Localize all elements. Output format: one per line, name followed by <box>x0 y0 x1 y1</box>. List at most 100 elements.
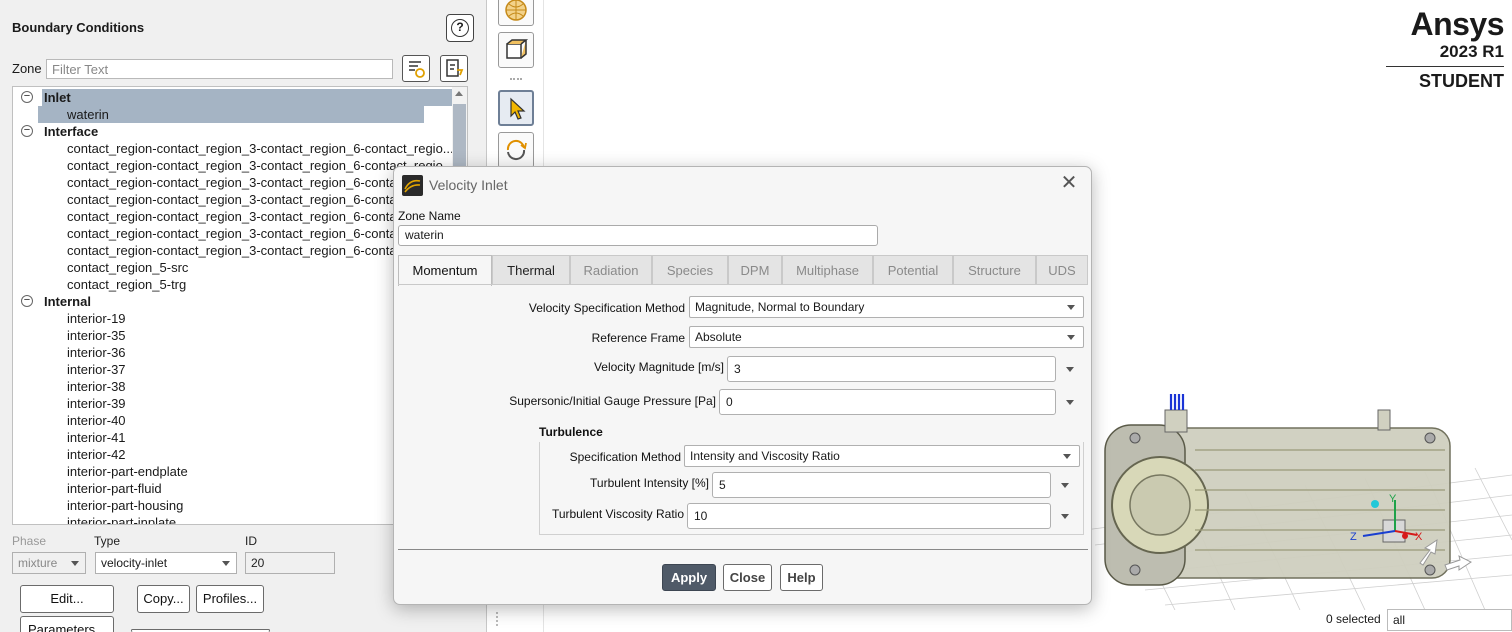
tree-group[interactable]: − Internal <box>13 293 453 310</box>
filter-options-button[interactable] <box>402 55 430 82</box>
velocity-magnitude-input[interactable]: 3 <box>727 356 1056 382</box>
tree-item[interactable]: interior-part-endplate <box>13 463 453 480</box>
close-icon[interactable]: ✕ <box>1059 173 1079 193</box>
tree-item[interactable]: contact_region-contact_region_3-contact_… <box>13 191 453 208</box>
tab-structure[interactable]: Structure <box>953 255 1036 285</box>
parameters-button[interactable]: Parameters... <box>20 616 114 632</box>
tree-item-label: contact_region_5-trg <box>67 277 187 292</box>
tree-item[interactable]: interior-36 <box>13 344 453 361</box>
tab-dpm[interactable]: DPM <box>728 255 782 285</box>
tree-item[interactable]: interior-37 <box>13 361 453 378</box>
velocity-inlet-dialog: Velocity Inlet ✕ Zone Name waterin Momen… <box>393 166 1092 605</box>
selection-filter-field[interactable]: all <box>1387 609 1512 631</box>
rotate-tool-button[interactable] <box>498 132 534 168</box>
brand-name: Ansys <box>1410 6 1504 42</box>
tree-group[interactable]: − Interface <box>13 123 453 140</box>
select-tool-button[interactable] <box>498 90 534 126</box>
zone-filter-input[interactable] <box>46 59 393 79</box>
tree-item[interactable]: contact_region_5-src <box>13 259 453 276</box>
tab-momentum[interactable]: Momentum <box>398 255 492 286</box>
tree-item[interactable]: contact_region-contact_region_3-contact_… <box>13 174 453 191</box>
question-icon: ? <box>451 19 469 37</box>
brand-version: 2023 R1 <box>1439 42 1504 61</box>
tab-multiphase[interactable]: Multiphase <box>782 255 873 285</box>
tab-radiation[interactable]: Radiation <box>570 255 652 285</box>
id-value: 20 <box>251 556 265 570</box>
tab-species[interactable]: Species <box>652 255 728 285</box>
help-dialog-button[interactable]: Help <box>780 564 823 591</box>
zone-name-input[interactable]: waterin <box>398 225 878 246</box>
views-button[interactable] <box>498 32 534 68</box>
turbulence-spec-dropdown[interactable]: Intensity and Viscosity Ratio <box>684 445 1080 467</box>
tree-item-label: interior-19 <box>67 311 126 326</box>
tree-item-label: interior-part-endplate <box>67 464 188 479</box>
turbulent-viscosity-label: Turbulent Viscosity Ratio <box>551 507 684 521</box>
tree-item[interactable]: contact_region-contact_region_3-contact_… <box>13 208 453 225</box>
reference-frame-label: Reference Frame <box>591 331 685 345</box>
fluent-app-icon <box>402 175 423 196</box>
tree-item[interactable]: interior-19 <box>13 310 453 327</box>
z-axis-label: Z <box>1350 531 1357 543</box>
phase-dropdown[interactable]: mixture <box>12 552 86 574</box>
apply-button[interactable]: Apply <box>662 564 716 591</box>
tree-item[interactable]: interior-part-fluid <box>13 480 453 497</box>
collapse-icon[interactable]: − <box>21 125 33 137</box>
list-filter-icon <box>409 61 425 78</box>
turbulent-intensity-options-icon[interactable] <box>1061 483 1069 488</box>
phase-label: Phase <box>12 534 47 548</box>
gauge-pressure-options-icon[interactable] <box>1066 400 1074 405</box>
zone-name-label: Zone Name <box>398 209 461 223</box>
tree-item-label: interior-38 <box>67 379 126 394</box>
tree-item[interactable]: interior-38 <box>13 378 453 395</box>
tree-item[interactable]: contact_region_5-trg <box>13 276 453 293</box>
turbulent-intensity-input[interactable]: 5 <box>712 472 1051 498</box>
velocity-magnitude-options-icon[interactable] <box>1066 367 1074 372</box>
help-button[interactable]: ? <box>446 14 474 42</box>
id-field: 20 <box>245 552 335 574</box>
velocity-spec-label: Velocity Specification Method <box>528 301 685 315</box>
velocity-spec-dropdown[interactable]: Magnitude, Normal to Boundary <box>689 296 1084 318</box>
tree-item[interactable]: contact_region-contact_region_3-contact_… <box>13 140 453 157</box>
tree-item[interactable]: waterin <box>13 106 453 123</box>
tree-item[interactable]: interior-41 <box>13 429 453 446</box>
tab-potential[interactable]: Potential <box>873 255 953 285</box>
tree-item[interactable]: interior-35 <box>13 327 453 344</box>
filter-toggle-button[interactable] <box>440 55 468 82</box>
selection-count: 0 selected <box>1326 612 1381 626</box>
type-dropdown[interactable]: velocity-inlet <box>95 552 237 574</box>
tree-group[interactable]: − Inlet <box>13 89 453 106</box>
collapse-icon[interactable]: − <box>21 91 33 103</box>
tree-item[interactable]: contact_region-contact_region_3-contact_… <box>13 242 453 259</box>
edit-button[interactable]: Edit... <box>20 585 114 613</box>
tree-item-label: interior-part-inplate <box>67 515 177 525</box>
chevron-down-icon <box>1067 335 1075 340</box>
gauge-pressure-label: Supersonic/Initial Gauge Pressure [Pa] <box>509 394 716 408</box>
tree-item[interactable]: contact_region-contact_region_3-contact_… <box>13 225 453 242</box>
mesh-display-button[interactable] <box>498 0 534 26</box>
tree-item[interactable]: interior-40 <box>13 412 453 429</box>
gauge-pressure-input[interactable]: 0 <box>719 389 1056 415</box>
turbulent-viscosity-input[interactable]: 10 <box>687 503 1051 529</box>
dialog-title: Velocity Inlet <box>429 177 508 193</box>
toolbar-grip[interactable] <box>496 612 502 626</box>
turbulent-viscosity-options-icon[interactable] <box>1061 514 1069 519</box>
tree-item[interactable]: interior-42 <box>13 446 453 463</box>
close-button[interactable]: Close <box>723 564 772 591</box>
tree-item[interactable]: contact_region-contact_region_3-contact_… <box>13 157 453 174</box>
tree-item[interactable]: interior-part-housing <box>13 497 453 514</box>
type-label: Type <box>94 534 121 548</box>
tab-thermal[interactable]: Thermal <box>492 255 570 285</box>
velocity-spec-value: Magnitude, Normal to Boundary <box>695 300 865 314</box>
tab-uds[interactable]: UDS <box>1036 255 1088 285</box>
turbulence-spec-value: Intensity and Viscosity Ratio <box>690 449 840 463</box>
collapse-icon[interactable]: − <box>21 295 33 307</box>
scroll-up-icon[interactable] <box>455 91 463 96</box>
tree-item-label: interior-37 <box>67 362 126 377</box>
tree-item[interactable]: interior-39 <box>13 395 453 412</box>
copy-button[interactable]: Copy... <box>137 585 190 613</box>
model-viewport[interactable]: Y Z X <box>1065 380 1512 610</box>
profiles-button[interactable]: Profiles... <box>196 585 264 613</box>
reference-frame-dropdown[interactable]: Absolute <box>689 326 1084 348</box>
phase-value: mixture <box>18 556 58 570</box>
tree-item[interactable]: interior-part-inplate <box>13 514 453 525</box>
